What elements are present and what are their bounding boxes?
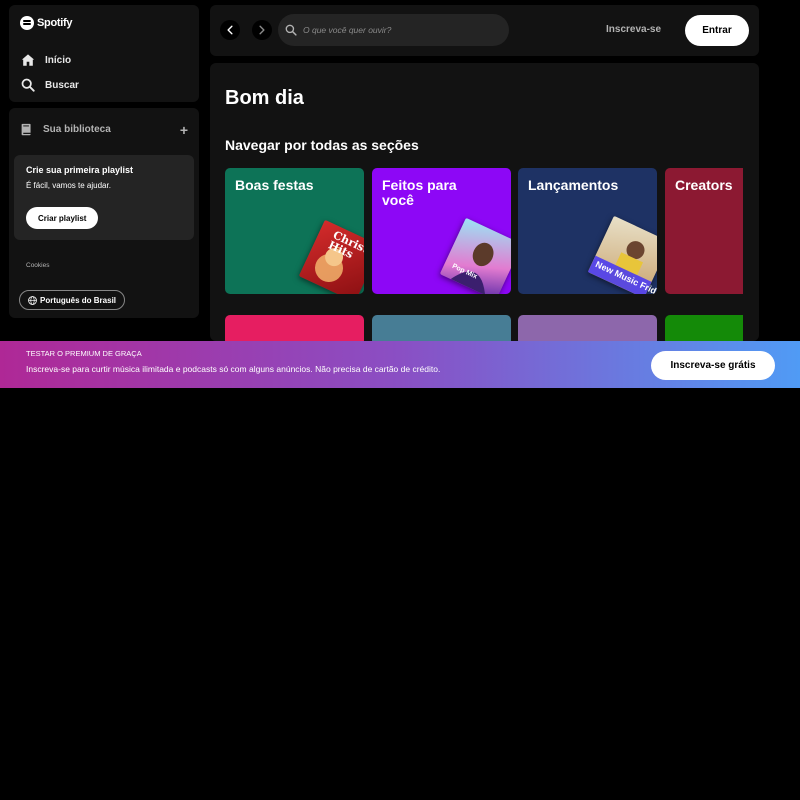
category-card-feitos-para-voce[interactable]: Feitos para você Pop Mix [372, 168, 511, 294]
nav-item-search-label: Buscar [45, 79, 79, 91]
category-card-lancamentos[interactable]: Lançamentos New Music Friday [518, 168, 657, 294]
category-card-row2-3[interactable] [518, 315, 657, 341]
create-playlist-subtitle: É fácil, vamos te ajudar. [26, 181, 111, 190]
create-playlist-button[interactable]: Criar playlist [26, 207, 99, 229]
category-card-label: Lançamentos [528, 177, 619, 193]
search-input[interactable] [303, 25, 483, 35]
sidebar-nav-panel: Spotify Início Buscar [9, 5, 199, 102]
premium-banner: TESTAR O PREMIUM DE GRAÇA Inscreva-se pa… [0, 341, 800, 388]
page-title: Bom dia [225, 87, 304, 109]
christmas-hits-cover-art: Christmas Hits [298, 219, 364, 294]
category-card-row2-4[interactable] [665, 315, 743, 341]
library-header[interactable]: Sua biblioteca [20, 123, 111, 136]
nav-item-home[interactable]: Início [21, 53, 71, 67]
nav-item-home-label: Início [45, 54, 72, 66]
language-button[interactable]: Português do Brasil [19, 290, 126, 310]
category-card-row2-2[interactable] [372, 315, 511, 341]
category-card-row2-1[interactable] [225, 315, 364, 341]
nav-item-search[interactable]: Buscar [21, 78, 79, 92]
chevron-left-icon [227, 25, 233, 35]
search-icon [21, 78, 35, 92]
premium-banner-title: TESTAR O PREMIUM DE GRAÇA [26, 349, 142, 358]
forward-button[interactable] [252, 20, 272, 40]
category-card-label: Boas festas [235, 177, 314, 193]
category-grid: Boas festas Christmas Hits Feitos para v… [225, 168, 743, 341]
login-button[interactable]: Entrar [685, 15, 749, 46]
section-title: Navegar por todas as seções [225, 137, 419, 153]
library-icon [21, 123, 31, 136]
search-icon [285, 24, 297, 36]
signup-link[interactable]: Inscreva-se [606, 24, 661, 35]
back-button[interactable] [220, 20, 240, 40]
category-card-label: Creators [675, 177, 733, 193]
library-title: Sua biblioteca [43, 124, 111, 135]
pop-mix-cover-image [450, 242, 494, 294]
signup-free-button[interactable]: Inscreva-se grátis [651, 351, 775, 380]
globe-icon [28, 295, 37, 305]
home-icon [21, 54, 35, 66]
spotify-logo[interactable]: Spotify [20, 16, 72, 30]
plus-icon[interactable]: + [180, 122, 188, 138]
category-card-label: Feitos para você [382, 177, 457, 208]
cookies-link[interactable]: Cookies [26, 262, 49, 269]
spotify-logo-icon [20, 16, 34, 30]
search-bar[interactable] [278, 14, 509, 46]
chevron-right-icon [259, 25, 265, 35]
language-label: Português do Brasil [40, 295, 117, 305]
logo-text: Spotify [37, 17, 73, 29]
main-content: Bom dia Navegar por todas as seções Boas… [210, 63, 759, 341]
create-playlist-title: Crie sua primeira playlist [26, 165, 134, 175]
category-card-creators[interactable]: Creators [665, 168, 743, 294]
new-music-friday-cover-art: New Music Friday [587, 215, 657, 294]
create-playlist-card: Crie sua primeira playlist É fácil, vamo… [14, 155, 194, 240]
premium-banner-subtitle: Inscreva-se para curtir música ilimitada… [26, 364, 441, 374]
pop-mix-cover-art: Pop Mix [439, 217, 511, 294]
top-bar: Inscreva-se Entrar [210, 5, 759, 56]
category-card-boas-festas[interactable]: Boas festas Christmas Hits [225, 168, 364, 294]
library-panel: Sua biblioteca + Crie sua primeira playl… [9, 108, 199, 318]
